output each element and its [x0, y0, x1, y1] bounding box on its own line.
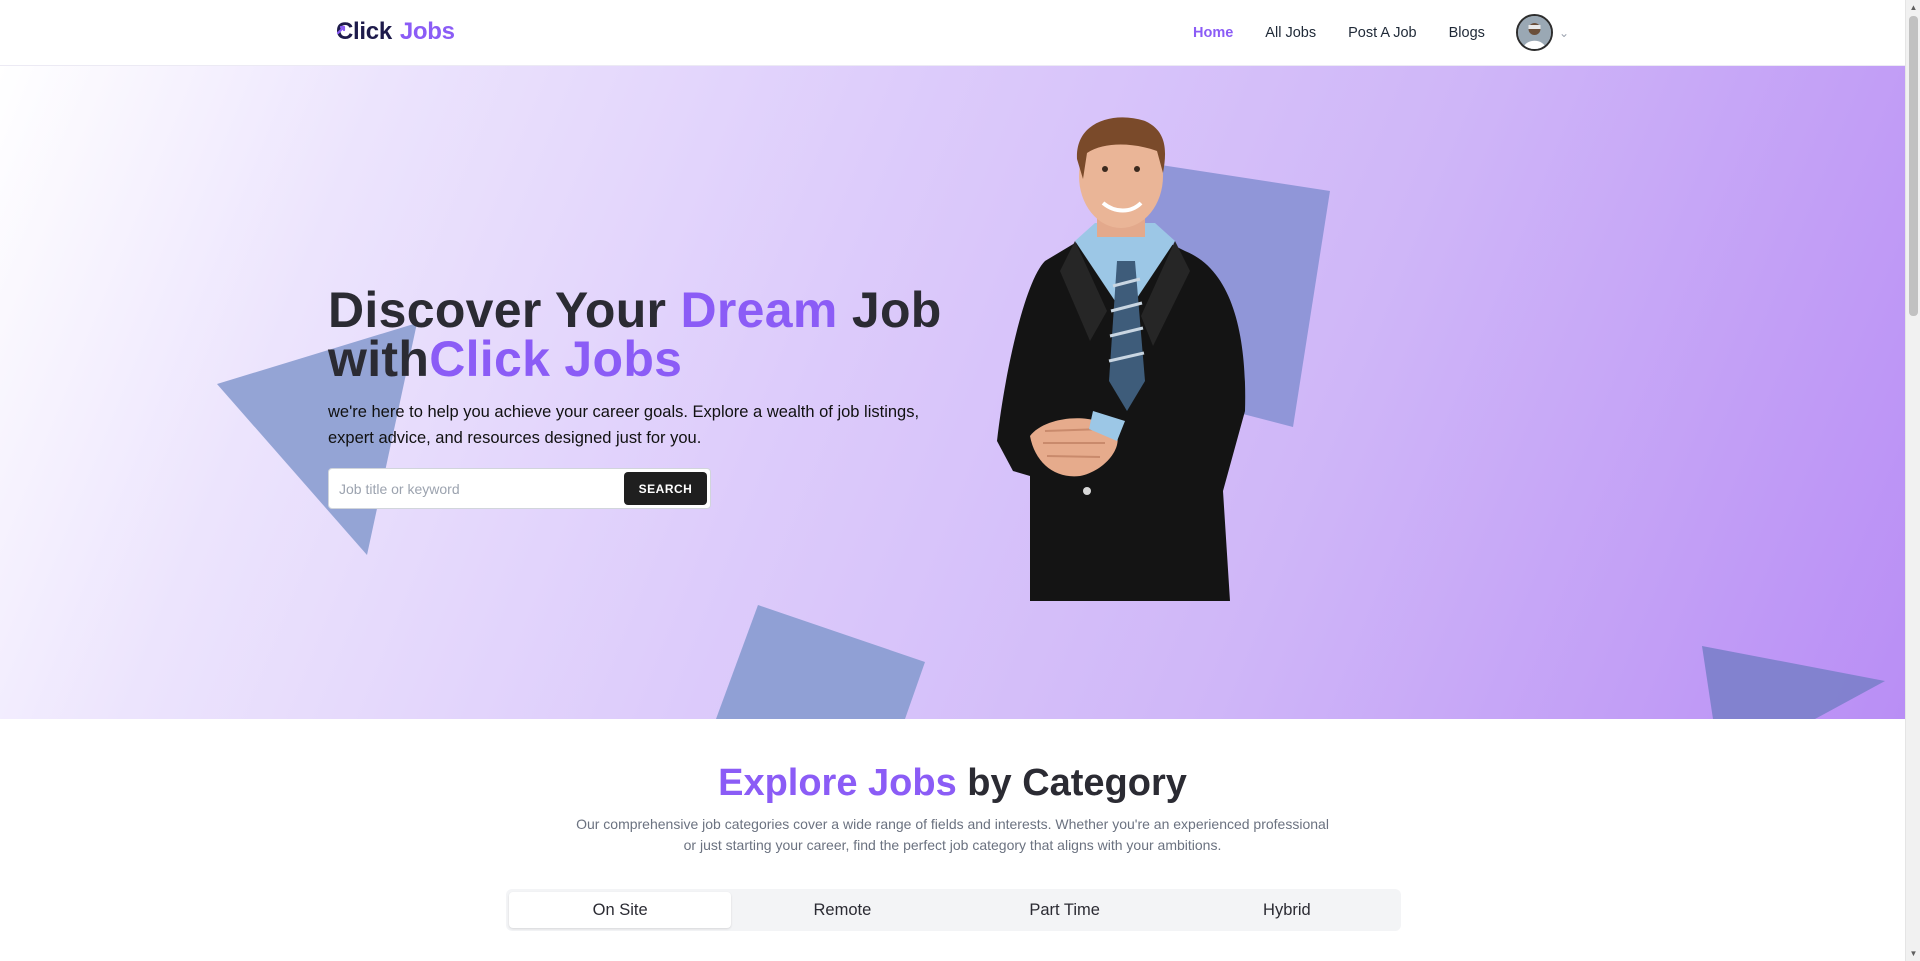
chevron-down-icon[interactable]: ⌄	[1559, 26, 1569, 40]
scroll-down-arrow-icon[interactable]: ▼	[1906, 946, 1920, 961]
search-button[interactable]: SEARCH	[624, 472, 707, 505]
logo-jobs-text: Jobs	[399, 18, 455, 45]
category-description: Our comprehensive job categories cover a…	[576, 816, 1329, 853]
nav-home-link[interactable]: Home	[1193, 25, 1233, 41]
hero-title-part2: Job	[837, 282, 942, 338]
nav-all-jobs-link[interactable]: All Jobs	[1265, 25, 1316, 41]
logo-mark-icon	[336, 25, 346, 35]
category-title-rest: by Category	[956, 762, 1187, 804]
tab-remote[interactable]: Remote	[731, 892, 953, 928]
job-search-input[interactable]	[339, 473, 619, 505]
hero-title-accent: Dream	[680, 282, 838, 338]
main-nav: Home All Jobs Post A Job Blogs	[1193, 0, 1517, 66]
hero-section: Discover Your Dream Job withClick Jobs w…	[0, 66, 1905, 719]
hero-person-image	[997, 117, 1246, 601]
user-avatar[interactable]	[1516, 14, 1553, 51]
job-search-form: SEARCH	[328, 468, 711, 509]
tab-part-time[interactable]: Part Time	[954, 892, 1176, 928]
job-type-tabs: On Site Remote Part Time Hybrid	[506, 889, 1401, 931]
hero-description: we're here to help you achieve your care…	[328, 403, 920, 447]
avatar-image	[1518, 16, 1551, 49]
scroll-up-arrow-icon[interactable]: ▲	[1906, 0, 1920, 15]
hero-title-line2-accent: Click Jobs	[429, 331, 683, 387]
page-scrollbar[interactable]: ▲ ▼	[1905, 0, 1920, 961]
tab-hybrid[interactable]: Hybrid	[1176, 892, 1398, 928]
category-title-accent: Explore Jobs	[718, 762, 957, 804]
hero-title-part1: Discover Your	[328, 282, 681, 338]
top-navbar: Click Jobs Home All Jobs Post A Job Blog…	[0, 0, 1905, 66]
hero-title-line2-prefix: with	[328, 331, 430, 387]
user-menu-toggle[interactable]: ⌄	[1516, 14, 1569, 51]
tab-on-site[interactable]: On Site	[509, 892, 732, 928]
nav-post-a-job-link[interactable]: Post A Job	[1348, 25, 1417, 41]
category-section-title: Explore Jobs by Category	[0, 762, 1905, 805]
decorative-shapes	[217, 161, 1885, 719]
brand-logo[interactable]: Click Jobs	[336, 18, 455, 46]
hero-title: Discover Your Dream Job withClick Jobs	[328, 285, 942, 387]
nav-blogs-link[interactable]: Blogs	[1449, 25, 1485, 41]
scrollbar-thumb[interactable]	[1909, 16, 1918, 316]
